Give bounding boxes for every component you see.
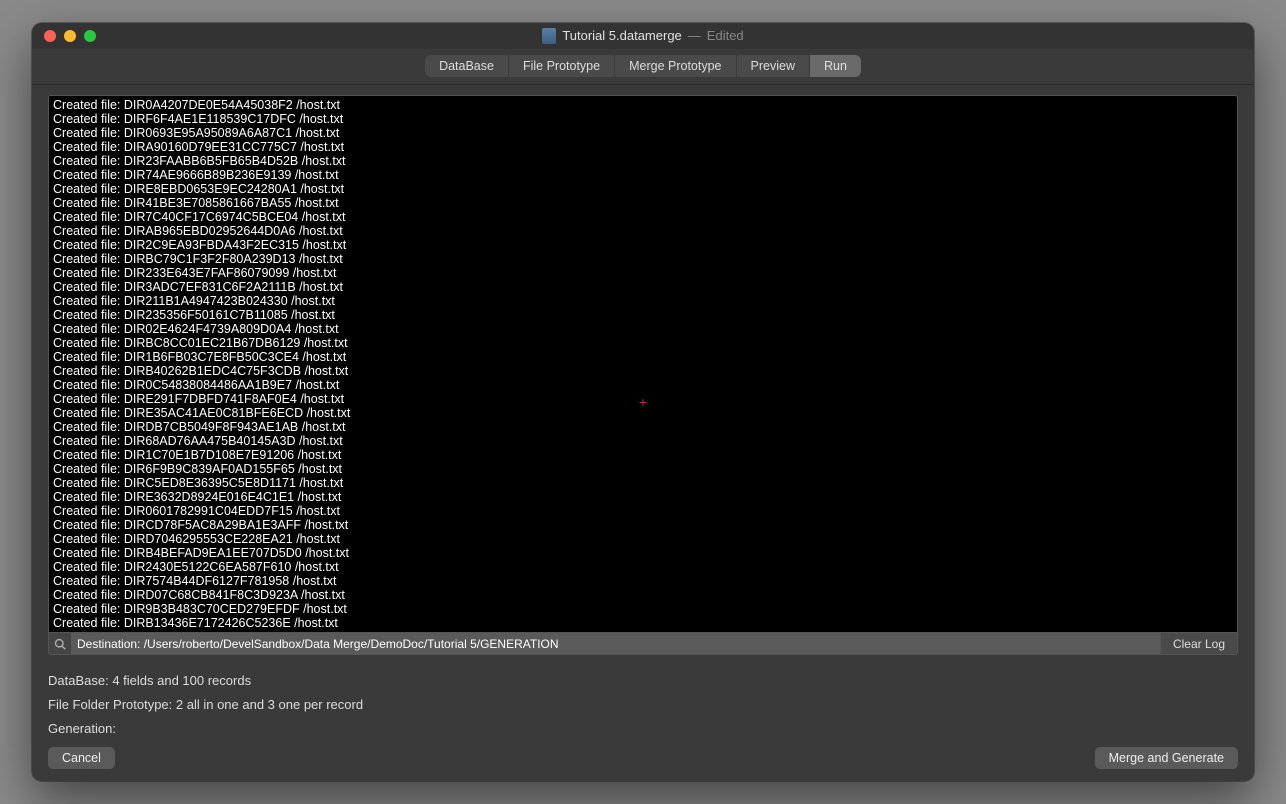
- tab-preview[interactable]: Preview: [737, 55, 810, 77]
- tab-database[interactable]: DataBase: [425, 55, 509, 77]
- search-row: Destination: /Users/roberto/DevelSandbox…: [48, 633, 1238, 655]
- tab-file-prototype[interactable]: File Prototype: [509, 55, 615, 77]
- info-lines: DataBase: 4 fields and 100 records File …: [48, 669, 1238, 741]
- database-info: DataBase: 4 fields and 100 records: [48, 669, 1238, 693]
- content-area: Created file: DIR0A4207DE0E54A45038F2 /h…: [32, 85, 1254, 781]
- tab-run[interactable]: Run: [810, 55, 861, 77]
- title-separator: —: [688, 28, 701, 43]
- close-window-button[interactable]: [44, 30, 56, 42]
- clear-log-button[interactable]: Clear Log: [1160, 633, 1237, 654]
- minimize-window-button[interactable]: [64, 30, 76, 42]
- merge-generate-button[interactable]: Merge and Generate: [1095, 747, 1238, 769]
- destination-field[interactable]: Destination: /Users/roberto/DevelSandbox…: [71, 633, 1160, 654]
- tabs-group: DataBase File Prototype Merge Prototype …: [425, 55, 861, 77]
- log-output[interactable]: Created file: DIR0A4207DE0E54A45038F2 /h…: [48, 95, 1238, 633]
- generation-info: Generation:: [48, 717, 1238, 741]
- tab-merge-prototype[interactable]: Merge Prototype: [615, 55, 736, 77]
- titlebar: Tutorial 5.datamerge — Edited: [32, 23, 1254, 49]
- window-title-wrap: Tutorial 5.datamerge — Edited: [44, 28, 1242, 44]
- search-icon: [49, 633, 71, 654]
- tabbar: DataBase File Prototype Merge Prototype …: [32, 49, 1254, 86]
- document-icon: [542, 28, 556, 44]
- app-window: Tutorial 5.datamerge — Edited DataBase F…: [32, 23, 1254, 781]
- window-title: Tutorial 5.datamerge: [562, 28, 681, 43]
- edited-indicator: Edited: [707, 28, 744, 43]
- button-row: Cancel Merge and Generate: [48, 747, 1238, 769]
- cancel-button[interactable]: Cancel: [48, 747, 115, 769]
- maximize-window-button[interactable]: [84, 30, 96, 42]
- traffic-lights: [44, 30, 96, 42]
- prototype-info: File Folder Prototype: 2 all in one and …: [48, 693, 1238, 717]
